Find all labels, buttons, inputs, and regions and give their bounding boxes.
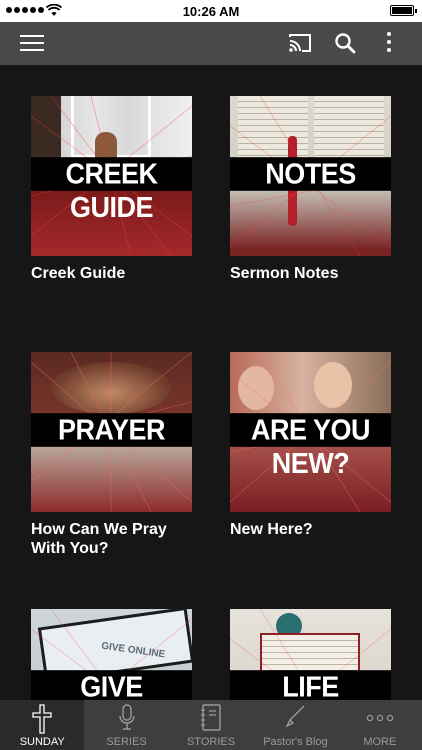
tile-thumbnail: ARE YOU NEW?	[230, 352, 391, 512]
tile-thumbnail: NOTES	[230, 96, 391, 256]
tile-caption: Creek Guide	[31, 265, 126, 282]
battery-icon	[390, 5, 417, 16]
hamburger-menu-icon[interactable]	[20, 35, 44, 53]
more-horizontal-icon	[366, 714, 394, 722]
tile-banner: LIFE GROUPS	[230, 670, 391, 700]
tile-caption: New Here?	[230, 521, 313, 538]
bottom-tab-bar: SUNDAY SERIES STORIES Pastor's Blog MORE	[0, 700, 422, 750]
tab-pastors-blog[interactable]: Pastor's Blog	[253, 700, 337, 750]
tab-label: SERIES	[106, 736, 147, 748]
tile-caption: Sermon Notes	[230, 265, 339, 282]
tab-series[interactable]: SERIES	[84, 700, 168, 750]
tile-prayer[interactable]: PRAYER How Can We Pray With You?	[31, 352, 192, 558]
microphone-icon	[118, 704, 135, 730]
tile-banner: NOTES	[230, 157, 391, 191]
tile-sermon-notes[interactable]: NOTES Sermon Notes	[230, 96, 391, 283]
tile-creek-guide[interactable]: CREEK GUIDE Creek Guide	[31, 96, 192, 283]
cast-icon[interactable]	[288, 33, 312, 53]
tile-give[interactable]: GIVE ONLINE GIVE	[31, 609, 192, 700]
search-icon[interactable]	[334, 32, 356, 54]
tile-thumbnail: CREEK GUIDE	[31, 96, 192, 256]
app-bar	[0, 22, 422, 65]
status-time: 10:26 AM	[182, 4, 240, 19]
notebook-icon	[201, 704, 221, 731]
tile-banner: PRAYER	[31, 413, 192, 447]
tab-stories[interactable]: STORIES	[169, 700, 253, 750]
tile-banner: CREEK GUIDE	[31, 157, 192, 223]
tile-life-groups[interactable]: LIFE GROUPS	[230, 609, 391, 700]
tab-more[interactable]: MORE	[338, 700, 422, 750]
tile-banner: ARE YOU NEW?	[230, 413, 391, 479]
cross-icon	[32, 704, 52, 734]
tab-label: Pastor's Blog	[263, 736, 328, 748]
tab-label: MORE	[363, 736, 397, 748]
tile-thumbnail: PRAYER	[31, 352, 192, 512]
more-vertical-icon[interactable]	[384, 32, 394, 54]
tile-banner: GIVE	[31, 670, 192, 700]
tab-label: SUNDAY	[19, 736, 65, 748]
tab-label: STORIES	[186, 736, 236, 748]
tile-thumbnail: LIFE GROUPS	[230, 609, 391, 700]
tile-thumbnail: GIVE ONLINE GIVE	[31, 609, 192, 700]
tab-sunday[interactable]: SUNDAY	[0, 700, 85, 750]
status-bar: 10:26 AM	[0, 0, 422, 22]
content-grid: CREEK GUIDE Creek Guide NOTES Sermon Not…	[0, 65, 422, 700]
pencil-icon	[285, 705, 305, 728]
tile-new-here[interactable]: ARE YOU NEW? New Here?	[230, 352, 391, 539]
tile-caption: How Can We Pray With You?	[31, 521, 167, 557]
